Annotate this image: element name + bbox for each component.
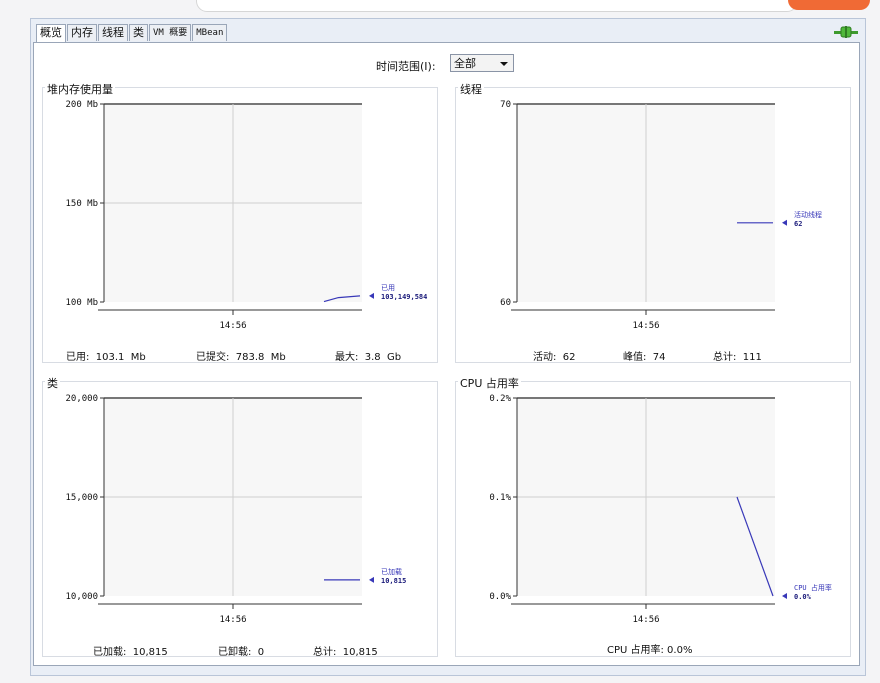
threads-ytick-label: 70 [500, 100, 511, 110]
cpu-ytick-label: 0.0% [489, 592, 511, 602]
tab-strip: 概览 内存 线程 类 VM 概要 MBean [36, 24, 228, 42]
threads-chart-svg: 70 60 14:56 活动线程62 [500, 100, 822, 331]
classes-total-stat: 总计: 10,815 [313, 647, 378, 658]
cpu-usage-chart: 0.2% 0.1% 0.0% 14:56 CPU 占用率 0.0% [455, 388, 849, 634]
tab-vm-summary[interactable]: VM 概要 [149, 24, 192, 41]
tab-memory[interactable]: 内存 [67, 24, 97, 41]
tab-mbean[interactable]: MBean [192, 24, 228, 41]
threads-chart: 70 60 14:56 活动线程 62 [455, 94, 849, 340]
heap-series-name: 已用 [381, 284, 395, 292]
tab-classes[interactable]: 类 [129, 24, 148, 41]
classes-ytick-label: 15,000 [65, 493, 98, 503]
heap-series-marker [369, 292, 374, 299]
threads-series-value: 62 [794, 220, 802, 228]
threads-xtick-label: 14:56 [632, 321, 659, 331]
heap-committed-stat: 已提交: 783.8 Mb [196, 352, 286, 363]
threads-ytick-label: 60 [500, 298, 511, 308]
time-range-dropdown[interactable]: 全部 [450, 54, 514, 72]
classes-ytick-label: 20,000 [65, 394, 98, 404]
classes-ytick-label: 10,000 [65, 592, 98, 602]
heap-used-stat: 已用: 103.1 Mb [66, 352, 146, 363]
browser-top-strip [0, 0, 880, 14]
heap-series-value: 103,149,584 [381, 293, 427, 301]
cpu-chart-svg: 0.2%0.1%0.0%14:56CPU 占用率0.0% [489, 394, 832, 625]
cpu-xtick-label: 14:56 [632, 615, 659, 625]
tab-threads[interactable]: 线程 [98, 24, 128, 41]
classes-chart: 20,000 15,000 10,000 14:56 已加载 10,815 [42, 388, 436, 634]
threads-peak-stat: 峰值: 74 [623, 352, 666, 363]
classes-series-name: 已加载 [381, 567, 402, 576]
chevron-down-icon [500, 62, 508, 66]
cpu-series-marker [782, 593, 787, 599]
heap-ytick-label: 150 Mb [65, 199, 98, 209]
heap-xtick-label: 14:56 [219, 321, 246, 331]
time-range-value: 全部 [454, 57, 476, 70]
threads-live-stat: 活动: 62 [533, 352, 576, 363]
cpu-series-name: CPU 占用率 [794, 583, 832, 592]
heap-ytick-label: 200 Mb [65, 100, 98, 110]
heap-memory-chart: 200 Mb 150 Mb 100 Mb 14:56 已用 103,149,584 [42, 94, 436, 340]
threads-total-stat: 总计: 111 [713, 352, 762, 363]
threads-series-marker [782, 219, 787, 226]
classes-xtick-label: 14:56 [219, 615, 246, 625]
cpu-ytick-label: 0.2% [489, 394, 511, 404]
classes-series-value: 10,815 [381, 577, 406, 585]
heap-ytick-label: 100 Mb [65, 298, 98, 308]
connect-plug-icon[interactable] [834, 26, 858, 38]
cpu-series-value: 0.0% [794, 593, 812, 601]
time-range-label: 时间范围(I): [376, 60, 436, 73]
tab-overview[interactable]: 概览 [36, 24, 66, 42]
cpu-usage-stat: CPU 占用率: 0.0% [607, 645, 693, 656]
classes-series-marker [369, 576, 374, 583]
heap-chart-svg: 200 Mb 150 Mb 100 Mb 14:56 已用103,149,584 [65, 100, 427, 331]
classes-chart-svg: 20,000 15,000 10,000 14:56 已加载10,815 [65, 394, 406, 625]
classes-loaded-stat: 已加载: 10,815 [93, 647, 168, 658]
threads-series-name: 活动线程 [794, 210, 822, 219]
cpu-ytick-label: 0.1% [489, 493, 511, 503]
browser-action-button[interactable] [788, 0, 870, 10]
heap-max-stat: 最大: 3.8 Gb [335, 352, 402, 363]
browser-search-bar[interactable] [196, 0, 798, 12]
classes-unloaded-stat: 已卸载: 0 [218, 647, 265, 658]
